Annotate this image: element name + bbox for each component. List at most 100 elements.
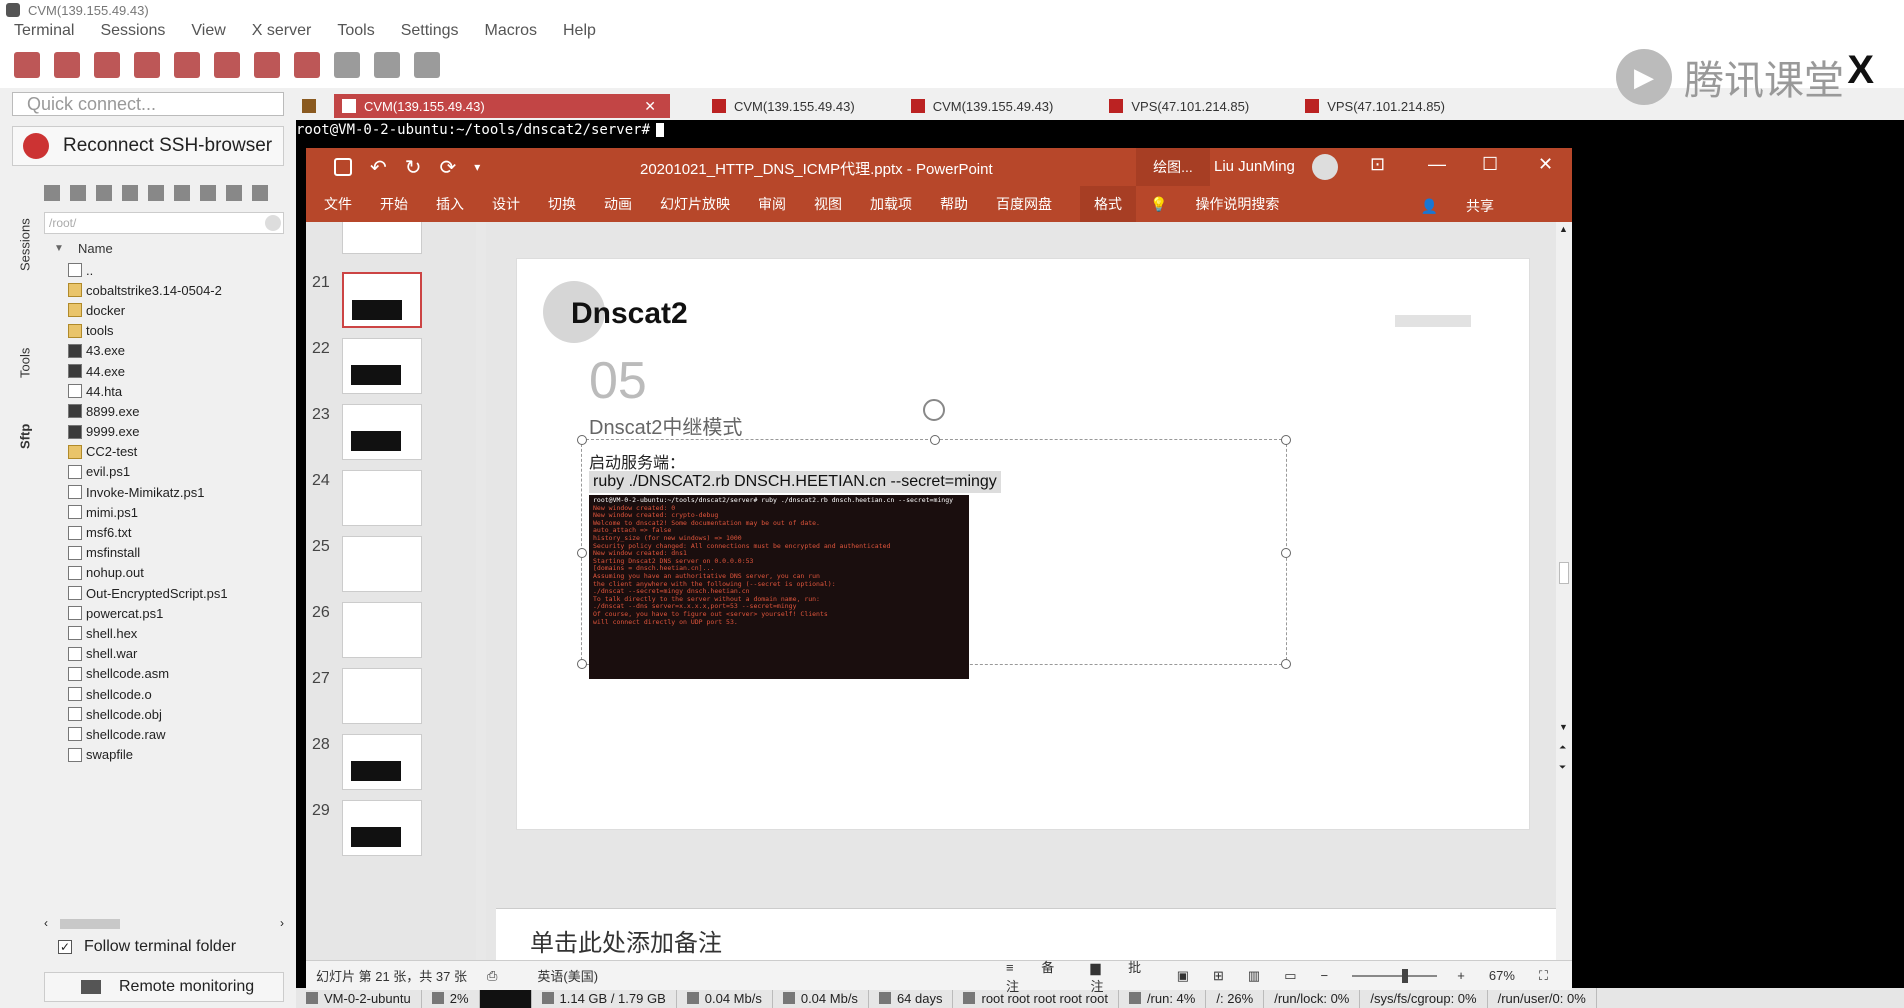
ribbon-insert[interactable]: 插入	[436, 194, 464, 214]
ribbon-display-icon[interactable]: ⊡	[1370, 154, 1385, 175]
ribbon-addins[interactable]: 加载项	[870, 194, 912, 214]
ribbon-design[interactable]: 设计	[492, 194, 520, 214]
menu-xserver[interactable]: X server	[252, 22, 312, 40]
tab-sessions[interactable]: Sessions	[10, 210, 40, 280]
scroll-down-icon[interactable]: ▼	[1559, 722, 1568, 732]
slide-thumb-22[interactable]: 22	[306, 334, 422, 400]
ribbon-format[interactable]: 格式	[1080, 186, 1136, 222]
list-item[interactable]: shell.hex	[68, 623, 288, 643]
list-item[interactable]: 43.exe	[68, 341, 288, 361]
slide-vertical-scrollbar[interactable]: ▲ ▼ ⏶ ⏷	[1556, 222, 1572, 960]
list-item[interactable]: CC2-test	[68, 442, 288, 462]
embedded-terminal-screenshot[interactable]: root@VM-0-2-ubuntu:~/tools/dnscat2/serve…	[589, 495, 969, 679]
ribbon-animations[interactable]: 动画	[604, 194, 632, 214]
scroll-left-icon[interactable]: ‹	[44, 916, 48, 930]
multiexec-icon[interactable]	[294, 52, 320, 78]
ribbon-home[interactable]: 开始	[380, 194, 408, 214]
next-slide-icon[interactable]: ⏷	[1559, 762, 1566, 773]
zoom-out-icon[interactable]: −	[1321, 968, 1329, 983]
minimize-icon[interactable]: —	[1428, 154, 1446, 175]
spellcheck-icon[interactable]: ⎙	[487, 968, 497, 984]
session-tab-1[interactable]: CVM(139.155.49.43) ✕	[334, 94, 670, 118]
list-item[interactable]: nohup.out	[68, 563, 288, 583]
checkbox-icon[interactable]: ✓	[58, 940, 72, 954]
rotate-handle-icon[interactable]	[923, 399, 945, 421]
slideshow-view-icon[interactable]: ▭	[1284, 968, 1296, 984]
resize-handle[interactable]	[577, 435, 587, 445]
tab-tools[interactable]: Tools	[10, 338, 40, 388]
menu-view[interactable]: View	[191, 22, 225, 40]
slide-thumb-21[interactable]: 21	[306, 268, 422, 334]
download-icon[interactable]	[70, 185, 86, 201]
notes-button[interactable]: ≡ 备注	[1006, 957, 1067, 995]
list-item[interactable]: msf6.txt	[68, 522, 288, 542]
scroll-up-icon[interactable]: ▲	[1559, 224, 1568, 234]
list-item[interactable]: shellcode.o	[68, 684, 288, 704]
list-item[interactable]: 8899.exe	[68, 401, 288, 421]
list-item[interactable]: powercat.ps1	[68, 603, 288, 623]
ribbon-view[interactable]: 视图	[814, 194, 842, 214]
slide-thumb-24[interactable]: 24	[306, 466, 422, 532]
list-item[interactable]: 44.exe	[68, 361, 288, 381]
menu-help[interactable]: Help	[563, 22, 596, 40]
ribbon-file[interactable]: 文件	[324, 194, 352, 214]
remote-monitoring-button[interactable]: Remote monitoring	[44, 972, 284, 1002]
share-button[interactable]: 👤 共享	[1421, 196, 1522, 216]
slide-thumb-28[interactable]: 28	[306, 730, 422, 796]
tunneling-icon[interactable]	[334, 52, 360, 78]
language-indicator[interactable]: 英语(美国)	[537, 966, 598, 985]
home-tab[interactable]	[296, 94, 330, 118]
menu-terminal[interactable]: Terminal	[14, 22, 74, 40]
refresh-icon[interactable]	[122, 185, 138, 201]
go-icon[interactable]	[265, 215, 281, 231]
customize-icon[interactable]: ▾	[474, 160, 480, 174]
upload-icon[interactable]	[96, 185, 112, 201]
settings-icon[interactable]	[414, 52, 440, 78]
zoom-level[interactable]: 67%	[1489, 968, 1515, 983]
session-icon[interactable]	[14, 52, 40, 78]
slide[interactable]: Dnscat2 05 Dnscat2中继模式 启动服务端： ruby ./DNS…	[516, 258, 1530, 830]
slide-thumb-25[interactable]: 25	[306, 532, 422, 598]
games-icon[interactable]	[134, 52, 160, 78]
menu-sessions[interactable]: Sessions	[100, 22, 165, 40]
session-tab-2[interactable]: CVM(139.155.49.43)	[704, 94, 869, 118]
list-item[interactable]: swapfile	[68, 745, 288, 765]
tools-icon[interactable]	[94, 52, 120, 78]
scroll-thumb[interactable]	[60, 919, 120, 929]
drawing-tools-tab[interactable]: 绘图...	[1136, 148, 1210, 186]
present-icon[interactable]: ⟳	[440, 155, 457, 180]
scroll-right-icon[interactable]: ›	[280, 916, 284, 930]
fit-slide-icon[interactable]: ⛶	[1539, 968, 1548, 984]
redo-icon[interactable]: ↻	[405, 155, 422, 180]
menu-tools[interactable]: Tools	[337, 22, 374, 40]
view-icon[interactable]	[214, 52, 240, 78]
slide-sorter-icon[interactable]: ⊞	[1213, 968, 1224, 984]
reconnect-ssh-browser-button[interactable]: Reconnect SSH-browser	[12, 126, 284, 166]
path-input[interactable]: /root/	[44, 212, 284, 234]
parent-folder-icon[interactable]	[44, 185, 60, 201]
packages-icon[interactable]	[374, 52, 400, 78]
list-item[interactable]: tools	[68, 321, 288, 341]
tell-me-search[interactable]: 操作说明搜索	[1195, 194, 1279, 214]
resize-handle[interactable]	[577, 548, 587, 558]
list-item[interactable]: mimi.ps1	[68, 502, 288, 522]
reading-view-icon[interactable]: ▥	[1248, 968, 1260, 984]
list-item[interactable]: Invoke-Mimikatz.ps1	[68, 482, 288, 502]
slide-thumb-27[interactable]: 27	[306, 664, 422, 730]
list-item[interactable]: shellcode.raw	[68, 724, 288, 744]
zoom-slider-knob[interactable]	[1402, 968, 1409, 983]
slide-thumb-20[interactable]	[306, 222, 422, 260]
quick-connect-input[interactable]: Quick connect...	[12, 92, 284, 116]
save-icon[interactable]	[334, 158, 352, 176]
comments-button[interactable]: ▆ 批注	[1091, 957, 1153, 995]
ribbon-transitions[interactable]: 切换	[548, 194, 576, 214]
follow-terminal-folder-checkbox[interactable]: ✓ Follow terminal folder	[58, 938, 236, 956]
ppt-user-name[interactable]: Liu JunMing	[1214, 158, 1295, 175]
delete-icon[interactable]	[252, 185, 268, 201]
ribbon-baidu[interactable]: 百度网盘	[996, 194, 1052, 214]
resize-handle[interactable]	[930, 435, 940, 445]
maximize-icon[interactable]: ☐	[1482, 154, 1498, 175]
resize-handle[interactable]	[1281, 659, 1291, 669]
resize-handle[interactable]	[577, 659, 587, 669]
zoom-slider[interactable]	[1352, 968, 1438, 983]
